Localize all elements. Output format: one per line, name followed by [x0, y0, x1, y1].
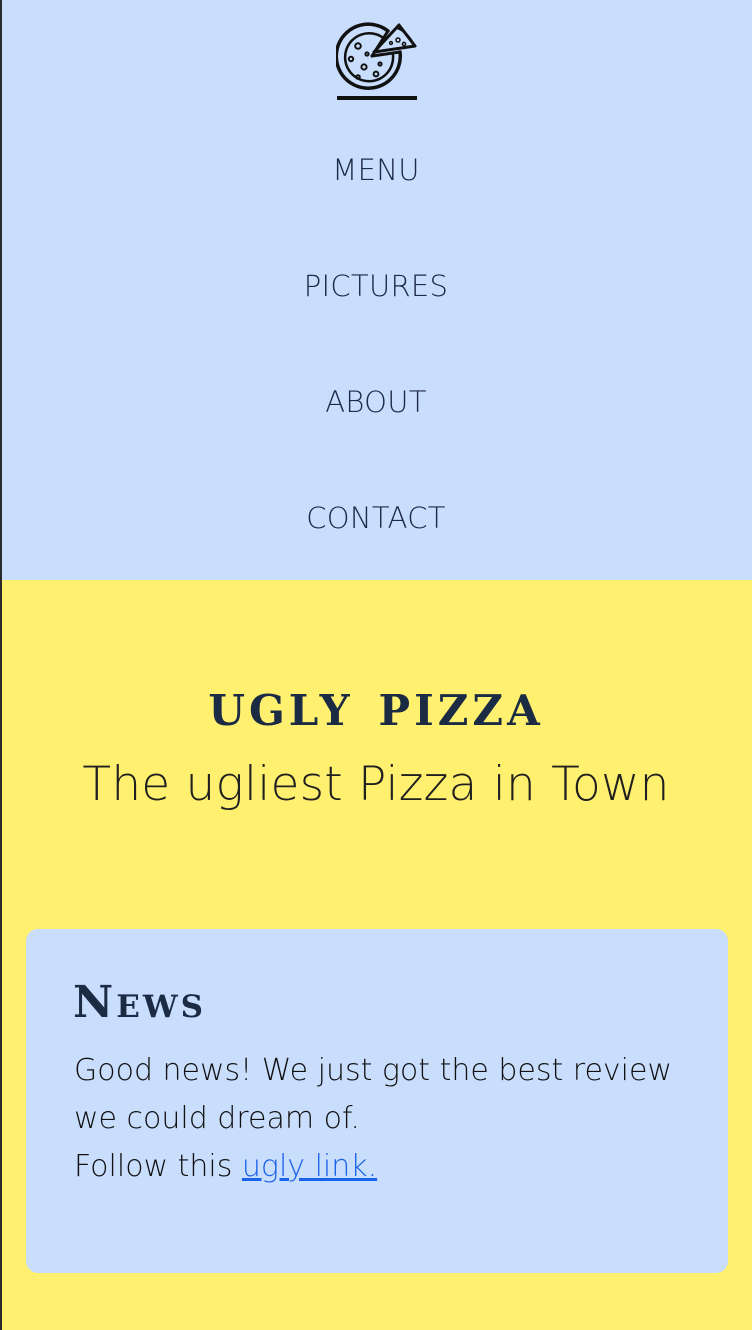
news-heading: News — [73, 977, 207, 1028]
news-text: Good news! We just got the best review w… — [74, 1053, 672, 1136]
news-card: News Good news! We just got the best rev… — [26, 929, 728, 1273]
nav-item-pictures[interactable]: PICTURES — [0, 269, 752, 303]
nav-item-contact[interactable]: CONTACT — [0, 501, 752, 535]
news-follow-line: Follow this ugly link. — [74, 1143, 704, 1191]
window-left-border — [0, 0, 2, 1330]
logo-underline — [337, 96, 417, 100]
ugly-link[interactable]: ugly link. — [242, 1149, 377, 1184]
nav-item-about[interactable]: ABOUT — [0, 385, 752, 419]
main-navigation: MENU PICTURES ABOUT CONTACT — [0, 0, 752, 580]
logo-link[interactable] — [336, 22, 418, 100]
news-body: Good news! We just got the best review w… — [74, 1047, 704, 1191]
nav-item-menu[interactable]: MENU — [0, 153, 752, 187]
site-subtitle: The ugliest Pizza in Town — [82, 757, 670, 812]
pizza-icon — [336, 22, 417, 90]
news-follow-prefix: Follow this — [74, 1149, 242, 1184]
site-title: ugly pizza — [208, 670, 544, 740]
